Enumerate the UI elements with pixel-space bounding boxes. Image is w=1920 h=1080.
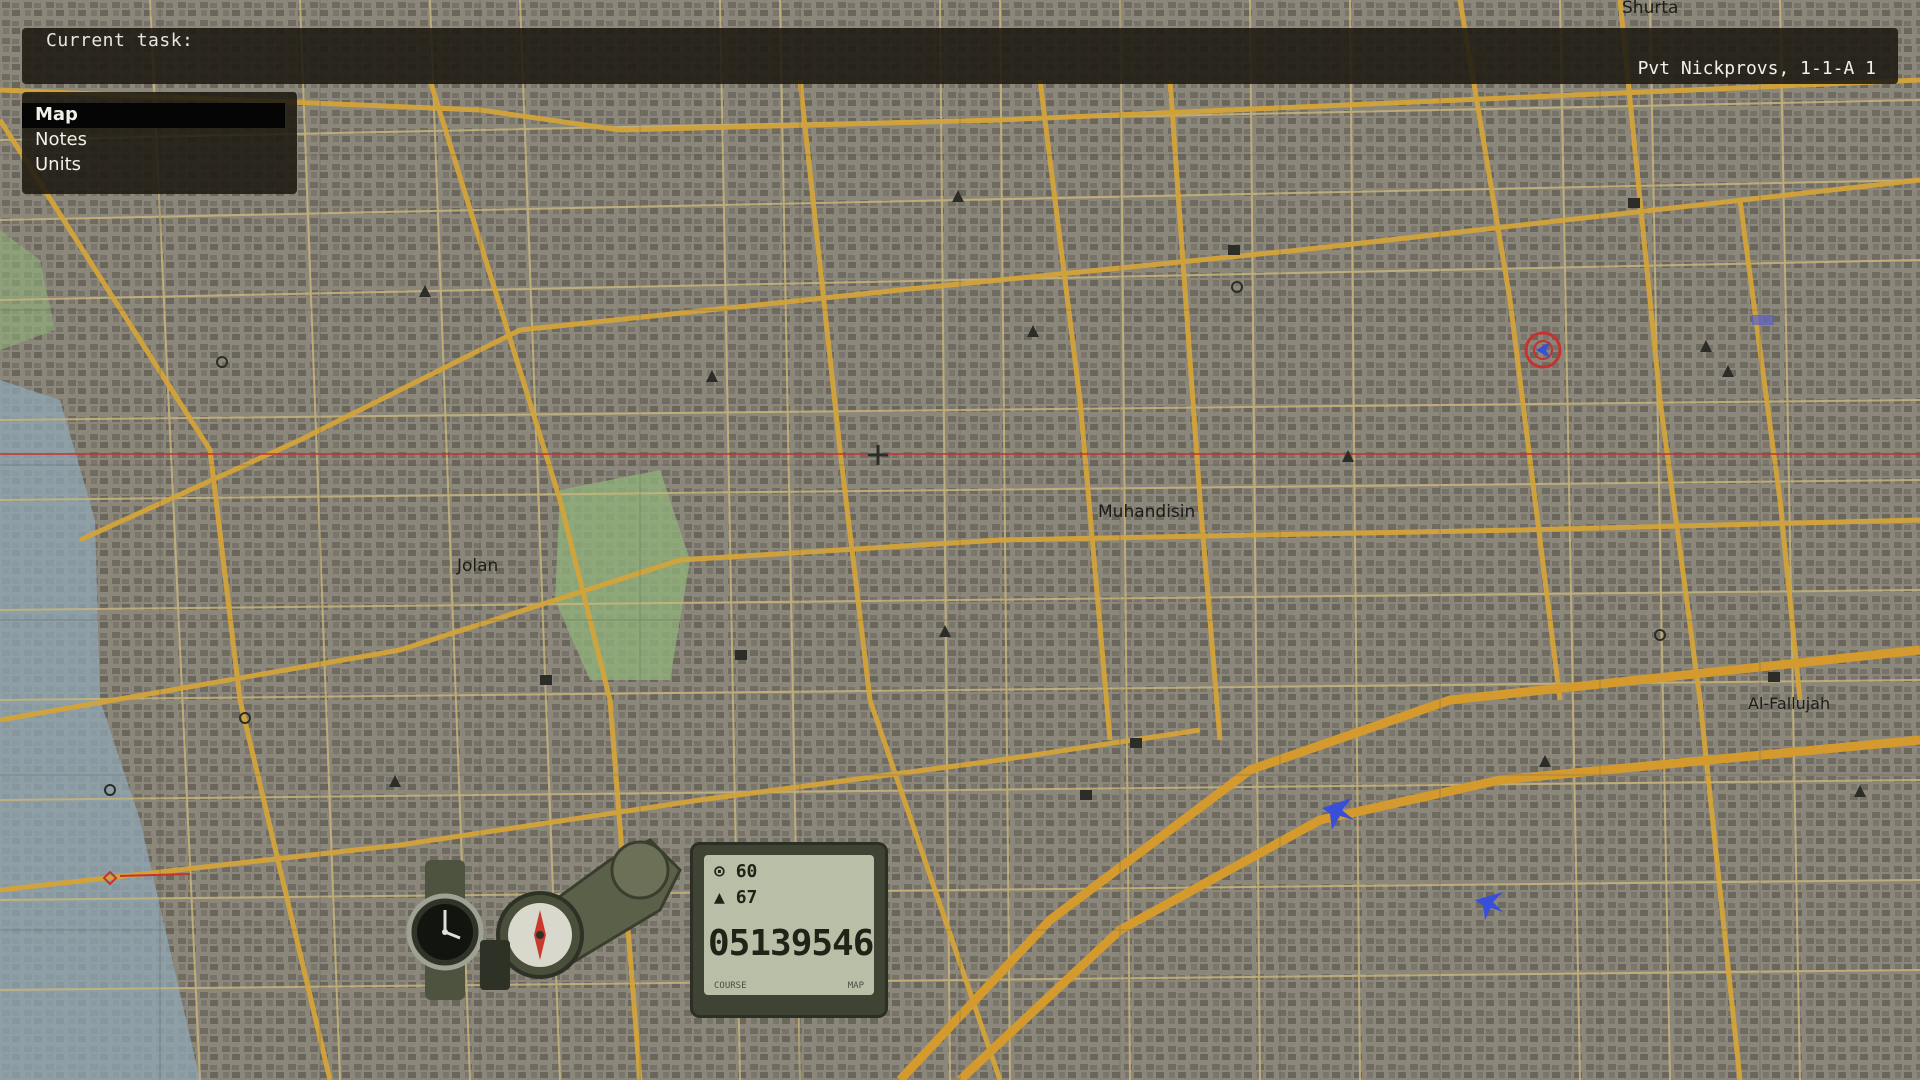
menu-item-notes[interactable]: Notes: [22, 128, 285, 153]
gps-heading-value: 60: [735, 861, 758, 882]
task-bar: Current task: Pvt Nickprovs, 1-1-A 1: [22, 28, 1898, 84]
gps-screen: ⊙ 60 ▲ 67 05139546 COURSE MAP: [704, 855, 874, 995]
gps-device[interactable]: ⊙ 60 ▲ 67 05139546 COURSE MAP: [690, 842, 888, 1018]
gps-altitude-value: 67: [735, 887, 758, 908]
heading-icon: ⊙: [714, 861, 725, 882]
gps-footer-left: COURSE: [714, 981, 747, 991]
map-side-menu: Map Notes Units: [22, 92, 297, 194]
menu-item-units[interactable]: Units: [22, 153, 285, 178]
current-task-label: Current task:: [46, 30, 194, 51]
place-label-jolan: Jolan: [457, 556, 499, 576]
altitude-icon: ▲: [714, 887, 725, 908]
place-label-al-fallujah: Al-Fallujah: [1748, 694, 1831, 713]
gps-coordinates: 05139546: [708, 923, 874, 964]
menu-item-map[interactable]: Map: [22, 103, 285, 128]
gps-footer-right: MAP: [847, 981, 864, 991]
player-name-label: Pvt Nickprovs, 1-1-A 1: [1637, 58, 1876, 79]
place-label-shurta: Shurta: [1622, 0, 1679, 18]
place-label-muhandisin: Muhandisin: [1098, 502, 1196, 522]
compass-icon[interactable]: [480, 820, 690, 1000]
friendly-unit-icon[interactable]: [1752, 315, 1774, 325]
